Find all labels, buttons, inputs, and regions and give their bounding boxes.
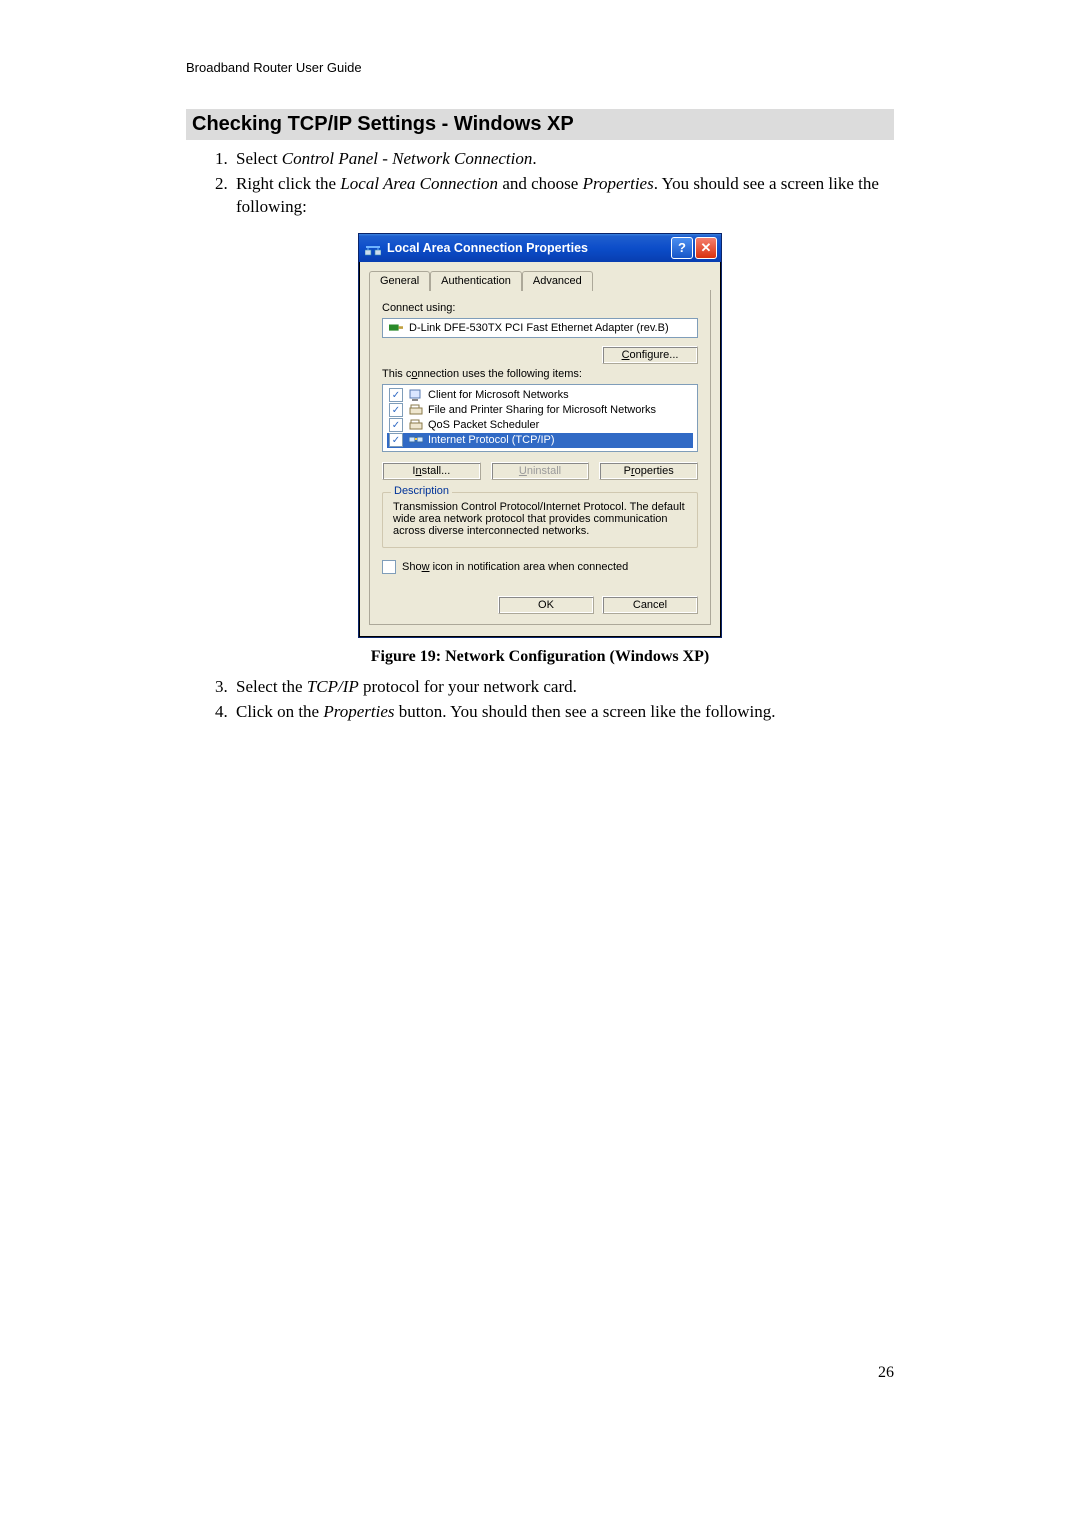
step-text: Click on the — [236, 702, 323, 721]
client-icon — [408, 388, 423, 402]
running-header: Broadband Router User Guide — [186, 60, 894, 75]
step-text: Select — [236, 149, 282, 168]
nic-icon — [389, 322, 403, 334]
service-icon — [408, 403, 423, 417]
tab-authentication[interactable]: Authentication — [430, 271, 522, 291]
step-text: Select the — [236, 677, 307, 696]
list-item[interactable]: ✓ Client for Microsoft Networks — [387, 388, 693, 403]
tabstrip: General Authentication Advanced — [369, 270, 711, 291]
step-text: Right click the — [236, 174, 340, 193]
service-icon — [408, 418, 423, 432]
show-icon-checkbox[interactable]: ✓ — [382, 560, 396, 574]
step-em: Properties — [583, 174, 654, 193]
list-item-label: Internet Protocol (TCP/IP) — [428, 433, 555, 448]
step-text: button. You should then see a screen lik… — [395, 702, 776, 721]
step-text: and choose — [498, 174, 583, 193]
step-em: Control Panel - Network Connection — [282, 149, 533, 168]
step-em: Properties — [323, 702, 394, 721]
list-item[interactable]: ✓ File and Printer Sharing for Microsoft… — [387, 403, 693, 418]
ok-button[interactable]: OK — [498, 596, 594, 614]
step-em: TCP/IP — [307, 677, 359, 696]
tab-advanced[interactable]: Advanced — [522, 271, 593, 291]
component-list[interactable]: ✓ Client for Microsoft Networks ✓ File a… — [382, 384, 698, 452]
adapter-name: D-Link DFE-530TX PCI Fast Ethernet Adapt… — [409, 322, 669, 334]
section-heading: Checking TCP/IP Settings - Windows XP — [186, 109, 894, 140]
configure-button[interactable]: Configure... — [602, 346, 698, 364]
list-item-label: QoS Packet Scheduler — [428, 418, 539, 433]
steps-list-top: Select Control Panel - Network Connectio… — [186, 148, 894, 219]
adapter-field[interactable]: D-Link DFE-530TX PCI Fast Ethernet Adapt… — [382, 318, 698, 338]
list-item[interactable]: ✓ QoS Packet Scheduler — [387, 418, 693, 433]
show-icon-label: Show icon in notification area when conn… — [402, 561, 628, 573]
checkbox-icon[interactable]: ✓ — [389, 388, 403, 402]
step-text: . — [532, 149, 536, 168]
page-number: 26 — [186, 1364, 894, 1382]
uninstall-button[interactable]: Uninstall — [491, 462, 590, 480]
steps-list-bottom: Select the TCP/IP protocol for your netw… — [186, 676, 894, 724]
figure-caption: Figure 19: Network Configuration (Window… — [371, 648, 710, 666]
description-groupbox: Description Transmission Control Protoco… — [382, 492, 698, 548]
description-legend: Description — [391, 485, 452, 497]
list-item-selected[interactable]: ✓ Internet Protocol (TCP/IP) — [387, 433, 693, 448]
properties-button[interactable]: Properties — [599, 462, 698, 480]
xp-dialog: Local Area Connection Properties ? ✕ Gen… — [358, 233, 722, 638]
close-button[interactable]: ✕ — [695, 237, 717, 259]
titlebar[interactable]: Local Area Connection Properties ? ✕ — [359, 234, 721, 262]
uses-items-label: This connection uses the following items… — [382, 368, 698, 380]
protocol-icon — [408, 433, 423, 447]
tab-panel-general: Connect using: D-Link DFE-530TX PCI Fast… — [369, 290, 711, 625]
cancel-button[interactable]: Cancel — [602, 596, 698, 614]
step-em: Local Area Connection — [340, 174, 498, 193]
step-3: Select the TCP/IP protocol for your netw… — [232, 676, 894, 699]
dialog-title: Local Area Connection Properties — [387, 241, 588, 255]
list-item-label: Client for Microsoft Networks — [428, 388, 569, 403]
step-text: protocol for your network card. — [359, 677, 577, 696]
description-text: Transmission Control Protocol/Internet P… — [393, 501, 687, 537]
connection-icon — [365, 240, 381, 256]
tab-general[interactable]: General — [369, 271, 430, 291]
help-button[interactable]: ? — [671, 237, 693, 259]
step-2: Right click the Local Area Connection an… — [232, 173, 894, 219]
checkbox-icon[interactable]: ✓ — [389, 403, 403, 417]
checkbox-icon[interactable]: ✓ — [389, 418, 403, 432]
install-button[interactable]: Install... — [382, 462, 481, 480]
step-1: Select Control Panel - Network Connectio… — [232, 148, 894, 171]
connect-using-label: Connect using: — [382, 302, 698, 314]
step-4: Click on the Properties button. You shou… — [232, 701, 894, 724]
checkbox-icon[interactable]: ✓ — [389, 433, 403, 447]
list-item-label: File and Printer Sharing for Microsoft N… — [428, 403, 656, 418]
btn-text: onfigure... — [630, 349, 679, 361]
